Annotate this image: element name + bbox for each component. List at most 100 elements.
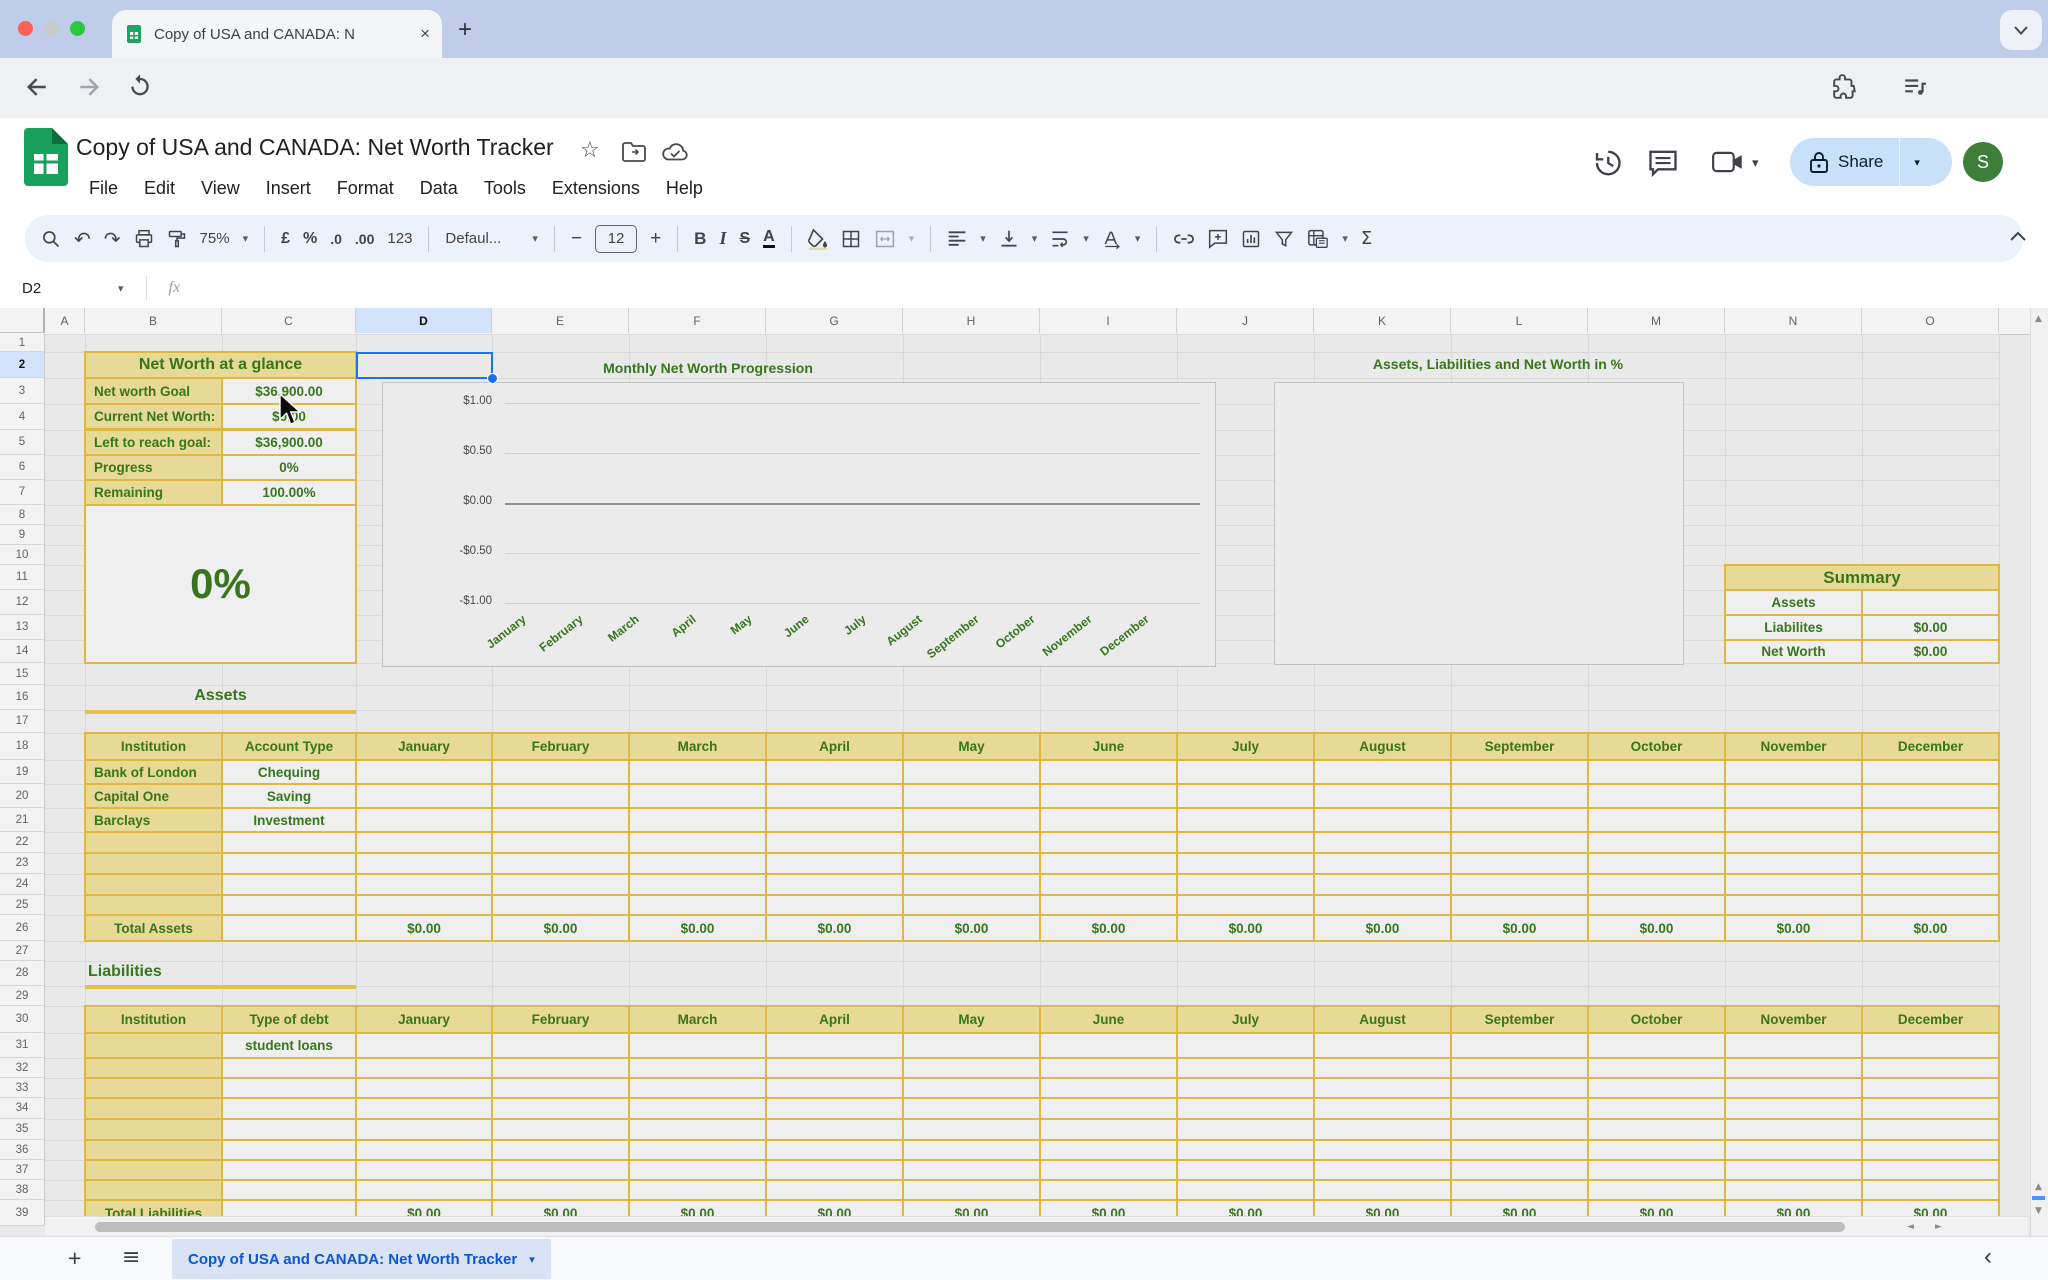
row-header-14[interactable]: 14: [0, 640, 45, 663]
liabilities-cell-1-may[interactable]: [902, 1057, 1041, 1079]
liabilities-cell-1-june[interactable]: [1039, 1057, 1178, 1079]
summary-label-0[interactable]: Assets: [1724, 589, 1863, 616]
liabilities-institution-3[interactable]: [84, 1097, 223, 1120]
share-caret-icon[interactable]: ▾: [1914, 156, 1920, 169]
name-box-caret-icon[interactable]: ▾: [118, 282, 124, 295]
assets-cell-2-september[interactable]: [1450, 807, 1589, 833]
row-header-9[interactable]: 9: [0, 525, 45, 545]
liabilities-cell-5-february[interactable]: [491, 1139, 630, 1161]
assets-header-col2[interactable]: Account Type: [221, 732, 357, 761]
menu-tools[interactable]: Tools: [471, 174, 539, 203]
vertical-scroll-thumb[interactable]: [2032, 1196, 2045, 1200]
liabilities-header-december[interactable]: December: [1861, 1005, 2000, 1034]
liabilities-institution-1[interactable]: [84, 1057, 223, 1079]
column-header-M[interactable]: M: [1588, 308, 1725, 333]
assets-total-april[interactable]: $0.00: [765, 914, 904, 942]
liabilities-cell-3-december[interactable]: [1861, 1097, 2000, 1120]
assets-total-march[interactable]: $0.00: [628, 914, 767, 942]
liabilities-cell-7-october[interactable]: [1587, 1179, 1726, 1201]
italic-button[interactable]: I: [719, 228, 726, 249]
assets-total-december[interactable]: $0.00: [1861, 914, 2000, 942]
assets-institution-5[interactable]: [84, 873, 223, 896]
share-button[interactable]: Share ▾: [1790, 138, 1952, 186]
row-header-23[interactable]: 23: [0, 853, 45, 874]
liabilities-cell-6-march[interactable]: [628, 1159, 767, 1181]
liabilities-cell-4-july[interactable]: [1176, 1118, 1315, 1141]
document-title[interactable]: Copy of USA and CANADA: Net Worth Tracke…: [76, 134, 554, 161]
liabilities-cell-5-june[interactable]: [1039, 1139, 1178, 1161]
sheets-logo-icon[interactable]: [24, 128, 68, 186]
liabilities-cell-3-february[interactable]: [491, 1097, 630, 1120]
assets-type-2[interactable]: Investment: [221, 807, 357, 833]
liabilities-cell-2-april[interactable]: [765, 1077, 904, 1099]
row-header-1[interactable]: 1: [0, 334, 45, 352]
assets-cell-6-march[interactable]: [628, 894, 767, 916]
liabilities-cell-7-april[interactable]: [765, 1179, 904, 1201]
extensions-icon[interactable]: [1832, 74, 1858, 100]
assets-cell-4-april[interactable]: [765, 852, 904, 875]
window-zoom-button[interactable]: [70, 21, 85, 36]
pivot-table-icon[interactable]: [1307, 229, 1329, 249]
assets-institution-4[interactable]: [84, 852, 223, 875]
liabilities-header-october[interactable]: October: [1587, 1005, 1726, 1034]
assets-institution-3[interactable]: [84, 831, 223, 854]
assets-cell-0-september[interactable]: [1450, 759, 1589, 785]
horizontal-scrollbar[interactable]: ◄ ►: [45, 1216, 2028, 1236]
back-button[interactable]: [22, 72, 52, 102]
liabilities-cell-0-july[interactable]: [1176, 1032, 1315, 1059]
liabilities-cell-3-may[interactable]: [902, 1097, 1041, 1120]
liabilities-cell-4-december[interactable]: [1861, 1118, 2000, 1141]
show-side-panel-icon[interactable]: ‹: [1984, 1243, 1992, 1271]
hide-menus-icon[interactable]: [2010, 231, 2026, 241]
assets-header-may[interactable]: May: [902, 732, 1041, 761]
assets-cell-6-june[interactable]: [1039, 894, 1178, 916]
assets-cell-1-december[interactable]: [1861, 783, 2000, 809]
assets-cell-0-february[interactable]: [491, 759, 630, 785]
glance-big-percent[interactable]: 0%: [84, 504, 357, 664]
menu-insert[interactable]: Insert: [253, 174, 324, 203]
assets-cell-4-may[interactable]: [902, 852, 1041, 875]
glance-label-0[interactable]: Net worth Goal: [84, 377, 223, 405]
liabilities-cell-5-may[interactable]: [902, 1139, 1041, 1161]
liabilities-cell-0-june[interactable]: [1039, 1032, 1178, 1059]
scroll-down-icon[interactable]: ▼: [2035, 1206, 2042, 1216]
assets-cell-2-august[interactable]: [1313, 807, 1452, 833]
liabilities-header-march[interactable]: March: [628, 1005, 767, 1034]
glance-value-2[interactable]: $36,900.00: [221, 429, 357, 456]
more-formats-button[interactable]: 123: [387, 230, 412, 247]
liabilities-header-may[interactable]: May: [902, 1005, 1041, 1034]
liabilities-cell-7-september[interactable]: [1450, 1179, 1589, 1201]
assets-total-november[interactable]: $0.00: [1724, 914, 1863, 942]
liabilities-type-3[interactable]: [221, 1097, 357, 1120]
liabilities-cell-2-july[interactable]: [1176, 1077, 1315, 1099]
media-controls-icon[interactable]: [1902, 74, 1928, 100]
spreadsheet-grid[interactable]: ABCDEFGHIJKLMNO 123456789101112131415161…: [0, 308, 2048, 1236]
star-document-icon[interactable]: ☆: [580, 138, 600, 163]
assets-institution-6[interactable]: [84, 894, 223, 916]
liabilities-header-july[interactable]: July: [1176, 1005, 1315, 1034]
assets-cell-1-august[interactable]: [1313, 783, 1452, 809]
row-header-19[interactable]: 19: [0, 760, 45, 784]
liabilities-cell-6-september[interactable]: [1450, 1159, 1589, 1181]
assets-cell-4-february[interactable]: [491, 852, 630, 875]
assets-cell-6-january[interactable]: [355, 894, 493, 916]
liabilities-cell-3-july[interactable]: [1176, 1097, 1315, 1120]
assets-institution-2[interactable]: Barclays: [84, 807, 223, 833]
liabilities-type-4[interactable]: [221, 1118, 357, 1141]
liabilities-cell-1-august[interactable]: [1313, 1057, 1452, 1079]
assets-cell-6-december[interactable]: [1861, 894, 2000, 916]
liabilities-cell-5-september[interactable]: [1450, 1139, 1589, 1161]
redo-icon[interactable]: ↷: [104, 227, 121, 251]
scroll-up-icon[interactable]: ▲: [2035, 1182, 2042, 1192]
liabilities-cell-0-january[interactable]: [355, 1032, 493, 1059]
liabilities-cell-4-may[interactable]: [902, 1118, 1041, 1141]
liabilities-cell-3-january[interactable]: [355, 1097, 493, 1120]
assets-header-april[interactable]: April: [765, 732, 904, 761]
assets-cell-0-july[interactable]: [1176, 759, 1315, 785]
assets-cell-3-december[interactable]: [1861, 831, 2000, 854]
assets-cell-3-june[interactable]: [1039, 831, 1178, 854]
column-header-E[interactable]: E: [492, 308, 629, 333]
liabilities-cell-2-august[interactable]: [1313, 1077, 1452, 1099]
liabilities-cell-5-january[interactable]: [355, 1139, 493, 1161]
assets-total-july[interactable]: $0.00: [1176, 914, 1315, 942]
